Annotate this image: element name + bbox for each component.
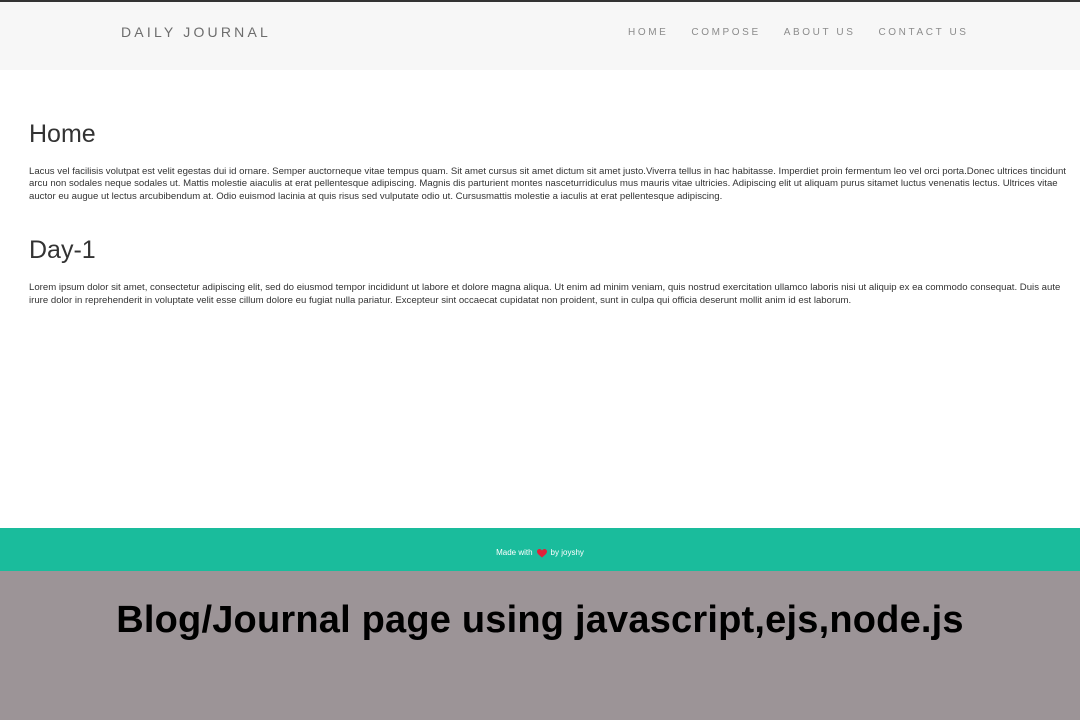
post: Day-1 Lorem ipsum dolor sit amet, consec… (29, 234, 1071, 307)
heart-icon (536, 548, 547, 557)
nav-link-contact-us[interactable]: CONTACT US (878, 27, 968, 39)
nav-link-compose[interactable]: COMPOSE (691, 27, 760, 39)
brand-link[interactable]: DAILY JOURNAL (121, 24, 271, 40)
main-content: Home Lacus vel facilisis volutpat est ve… (29, 118, 1071, 307)
post-title: Day-1 (29, 236, 96, 265)
caption-text: Blog/Journal page using javascript,ejs,n… (116, 599, 964, 641)
navbar: DAILY JOURNAL HOME COMPOSE ABOUT US CONT… (0, 2, 1080, 70)
page-title: Home (29, 120, 96, 148)
nav-links: HOME COMPOSE ABOUT US CONTACT US (628, 27, 969, 39)
footer: Made with by joyshy (0, 528, 1080, 571)
nav-link-home[interactable]: HOME (628, 27, 668, 39)
home-section: Home Lacus vel facilisis volutpat est ve… (29, 118, 1071, 203)
post-body-text: Lorem ipsum dolor sit amet, consectetur … (29, 282, 1061, 306)
caption-band: Blog/Journal page using javascript,ejs,n… (0, 571, 1080, 720)
home-body-text: Lacus vel facilisis volutpat est velit e… (29, 166, 1066, 202)
nav-link-about-us[interactable]: ABOUT US (784, 27, 856, 39)
